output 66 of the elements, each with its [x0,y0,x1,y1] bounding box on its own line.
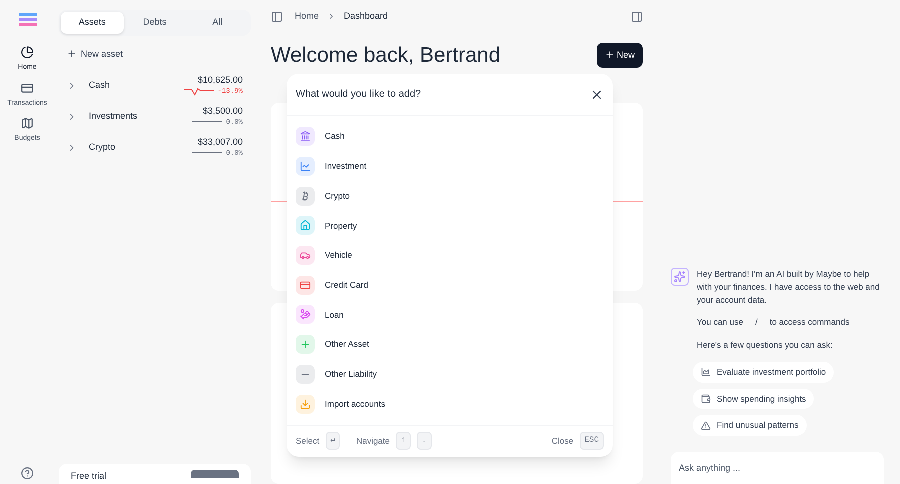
option-label: Crypto [325,190,350,203]
option-label: Import accounts [325,398,386,410]
chat-input[interactable]: Ask anything ... [671,452,884,484]
shortcut-label: Close [552,435,574,448]
new-asset-button[interactable]: New asset [67,48,251,61]
suggestion-chip[interactable]: Evaluate investment portfolio [693,362,834,382]
breadcrumb-link[interactable]: Home [295,10,320,24]
account-type-option[interactable]: Investment [287,152,613,182]
account-type-option[interactable]: Import accounts [287,389,613,419]
command-hint: to access commands [770,316,850,329]
help-icon[interactable] [21,467,34,480]
card-icon [21,82,34,94]
questions-label: Here's a few questions you can ask: [697,339,834,352]
command-hint: You can use [697,316,744,329]
shortcut-label: Navigate [356,435,390,448]
chat-message: Hey Bertrand! I'm an AI built by Maybe to help with your finances. I have access to the web and your account data. [697,268,881,306]
page-title: Welcome back, Bertrand [271,42,501,68]
account-name: Investments [89,110,139,123]
key-hint: ↵ [326,432,340,450]
option-label: Investment [325,160,367,173]
shortcut-label: Select [296,435,320,448]
account-type-option[interactable]: Property [287,211,613,241]
option-label: Cash [325,130,345,144]
map-icon [21,117,34,130]
key-hint: ↑ [396,432,411,450]
account-type-option[interactable]: Crypto [287,181,613,212]
account-name: Cash [89,78,112,92]
sparkline [184,87,214,98]
option-label: Other Liability [325,368,377,381]
key-hint: ↓ [416,432,432,450]
tab[interactable]: Debts [124,12,186,34]
option-label: Credit Card [325,278,368,292]
account-type-option[interactable]: Loan [287,300,613,330]
account-balance: $3,500.00 [202,104,243,118]
plus-icon [67,49,77,60]
panel-toggle-icon[interactable] [631,10,643,23]
suggestion-chip[interactable]: Show spending insights [693,388,814,410]
option-label: Other Asset [325,338,370,352]
pie-chart-icon [21,46,34,59]
chart-icon [701,367,711,378]
breadcrumb-current: Dashboard [344,10,388,23]
account-balance: $10,625.00 [198,74,243,86]
dialog-title: What would you like to add? [296,88,422,102]
account-type-option[interactable]: Other Liability [287,360,613,390]
sidebar-toggle-icon[interactable] [271,10,283,23]
option-label: Vehicle [325,249,352,262]
option-label: Property [325,220,358,232]
trial-label: Free trial [71,470,107,483]
key-hint: ESC [580,432,604,450]
account-type-option[interactable]: Other Asset [287,330,613,360]
warning-icon [701,420,711,431]
new-button[interactable]: New [596,42,643,68]
account-type-option[interactable]: Credit Card [287,270,613,300]
ai-avatar-icon [671,268,689,286]
account-balance: $33,007.00 [198,136,243,148]
tab[interactable]: All [186,12,250,34]
account-name: Crypto [89,140,117,154]
option-label: Loan [325,308,344,322]
logo-icon [18,12,38,26]
account-type-option[interactable]: Vehicle [287,240,613,270]
suggestion-chip[interactable]: Find unusual patterns [693,415,807,436]
account-type-option[interactable]: Cash [287,122,613,152]
tab[interactable]: Assets [61,12,124,34]
wallet-icon [701,394,711,404]
plus-icon [604,50,615,60]
slash-key: / [751,316,762,329]
